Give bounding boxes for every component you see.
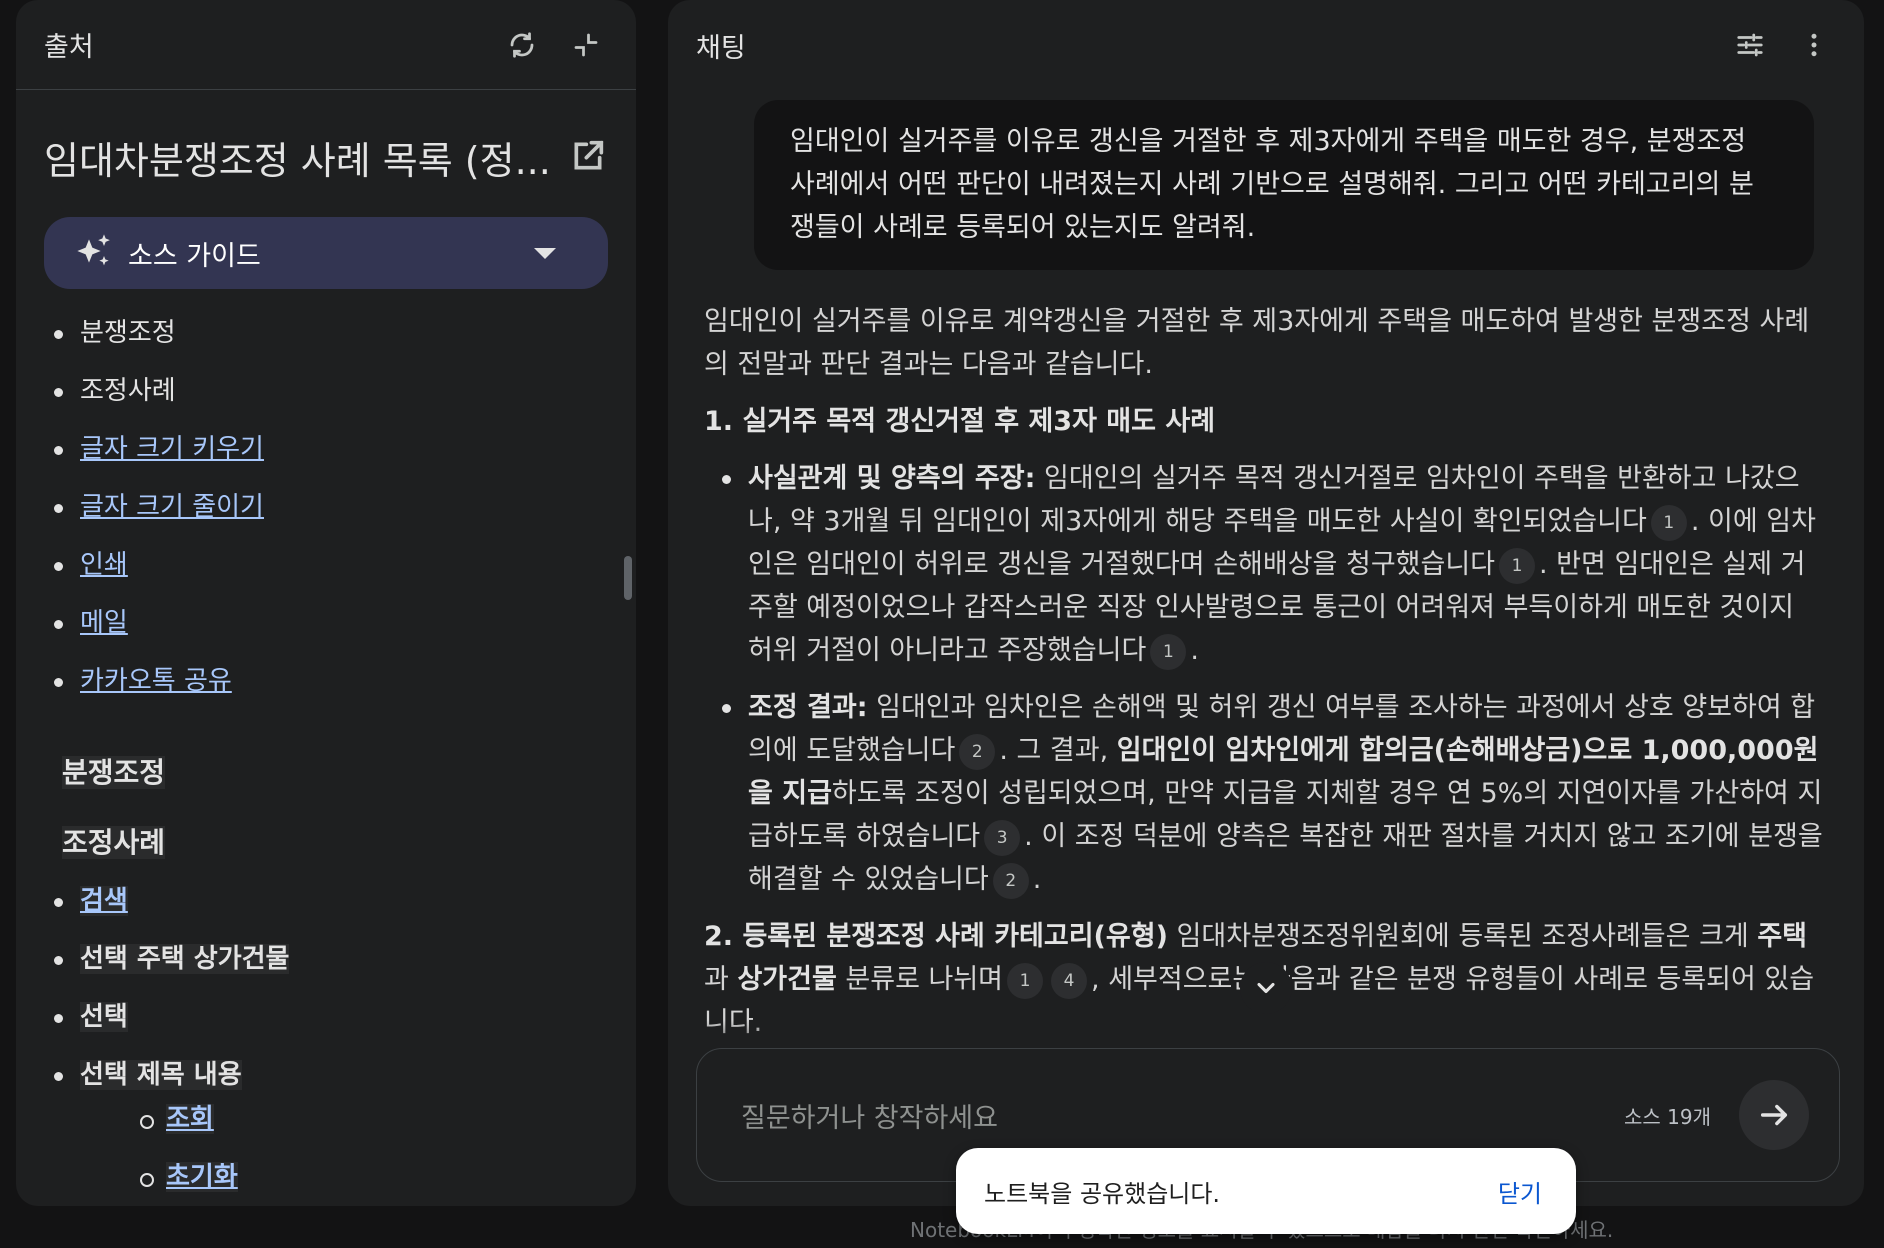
list-item: 인쇄 <box>54 545 636 603</box>
citation-chip[interactable]: 3 <box>984 819 1021 856</box>
sources-panel: 출처 임대차분쟁조정 사례 목록 (정... 소스 가이드 분쟁조정 조정사례 … <box>16 0 636 1206</box>
snackbar-message: 노트북을 공유했습니다. <box>984 1179 1221 1208</box>
citation-chip[interactable]: 2 <box>992 862 1029 899</box>
user-message: 임대인이 실거주를 이유로 갱신을 거절한 후 제3자에게 주택을 매도한 경우… <box>754 100 1814 270</box>
mail-link[interactable]: 메일 <box>80 608 128 638</box>
scroll-to-bottom-button[interactable] <box>1240 962 1292 1014</box>
list-item: 조정사례 <box>54 371 636 429</box>
answer-intro: 임대인이 실거주를 이유로 계약갱신을 거절한 후 제3자에게 주택을 매도하여… <box>704 306 1810 380</box>
source-guide-label: 소스 가이드 <box>128 240 261 272</box>
list-item: 글자 크기 줄이기 <box>54 487 636 545</box>
list-item: 분쟁조정 <box>54 313 636 371</box>
print-link[interactable]: 인쇄 <box>80 550 128 580</box>
source-count: 소스 19개 <box>1623 1104 1711 1129</box>
citation-chip[interactable]: 1 <box>1650 504 1687 541</box>
search-link[interactable]: 검색 <box>80 886 128 916</box>
snackbar-close-button[interactable]: 닫기 <box>1498 1174 1542 1209</box>
citation-chip[interactable]: 1 <box>1499 547 1536 584</box>
list-item: 선택 <box>54 997 636 1055</box>
chevron-down-icon <box>1257 982 1275 994</box>
section-heading: 조정사례 <box>62 826 166 859</box>
doc-title: 임대차분쟁조정 사례 목록 (정... <box>44 139 551 183</box>
answer-heading-1: 1. 실거주 목적 갱신거절 후 제3자 매도 사례 <box>704 406 1216 437</box>
reset-link[interactable]: 초기화 <box>166 1162 238 1192</box>
citation-chip[interactable]: 4 <box>1051 962 1088 999</box>
list-item: 선택 주택 상가건물 <box>54 939 636 997</box>
arrow-forward-icon <box>1760 1104 1788 1126</box>
source-guide-button[interactable]: 소스 가이드 <box>44 217 608 289</box>
list-item: 초기화 <box>140 1157 636 1206</box>
sparkle-icon <box>74 231 114 275</box>
citation-chip[interactable]: 1 <box>1150 633 1187 670</box>
list-item: 메일 <box>54 603 636 661</box>
snackbar: 노트북을 공유했습니다. 닫기 <box>956 1148 1576 1234</box>
citation-chip[interactable]: 2 <box>959 733 996 770</box>
tune-icon[interactable] <box>1728 23 1772 67</box>
sources-header: 출처 <box>16 0 636 90</box>
collapse-icon[interactable] <box>564 23 608 67</box>
list-item: 검색 <box>54 881 636 939</box>
send-button[interactable] <box>1739 1080 1809 1150</box>
refresh-icon[interactable] <box>500 23 544 67</box>
chat-input[interactable]: 질문하거나 창작하세요 <box>741 1096 1624 1135</box>
list-item: 조회 <box>140 1099 636 1157</box>
assistant-message: 임대인이 실거주를 이유로 계약갱신을 거절한 후 제3자에게 주택을 매도하여… <box>704 300 1824 1058</box>
chevron-down-icon <box>534 247 556 259</box>
list-item: 조정 결과: 임대인과 임차인은 손해액 및 허위 갱신 여부를 조사하는 과정… <box>722 686 1824 901</box>
font-decrease-link[interactable]: 글자 크기 줄이기 <box>80 492 264 522</box>
lookup-link[interactable]: 조회 <box>166 1104 214 1134</box>
font-increase-link[interactable]: 글자 크기 키우기 <box>80 434 264 464</box>
answer-bullets: 사실관계 및 양측의 주장: 임대인의 실거주 목적 갱신거절로 임차인이 주택… <box>704 457 1824 901</box>
list-item: 카카오톡 공유 <box>54 661 636 719</box>
more-vert-icon[interactable] <box>1792 23 1836 67</box>
source-sub-list: 조회 초기화 <box>16 1099 636 1206</box>
source-content-list: 분쟁조정 조정사례 글자 크기 키우기 글자 크기 줄이기 인쇄 메일 카카오톡… <box>16 289 636 719</box>
sources-title: 출처 <box>44 32 94 63</box>
source-content-list: 검색 선택 주택 상가건물 선택 선택 제목 내용 <box>16 861 636 1113</box>
kakao-share-link[interactable]: 카카오톡 공유 <box>80 666 232 696</box>
doc-title-row: 임대차분쟁조정 사례 목록 (정... <box>16 90 636 185</box>
chat-header: 채팅 <box>668 0 1864 90</box>
list-item: 사실관계 및 양측의 주장: 임대인의 실거주 목적 갱신거절로 임차인이 주택… <box>722 457 1824 672</box>
chat-title: 채팅 <box>696 32 746 64</box>
open-in-new-icon[interactable] <box>568 136 608 180</box>
list-item: 글자 크기 키우기 <box>54 429 636 487</box>
sources-scrollbar[interactable] <box>624 556 632 600</box>
section-heading: 분쟁조정 <box>62 756 166 789</box>
citation-chip[interactable]: 1 <box>1007 962 1044 999</box>
chat-panel: 채팅 임대인이 실거주를 이유로 갱신을 거절한 후 제3자에게 주택을 매도한… <box>668 0 1864 1206</box>
